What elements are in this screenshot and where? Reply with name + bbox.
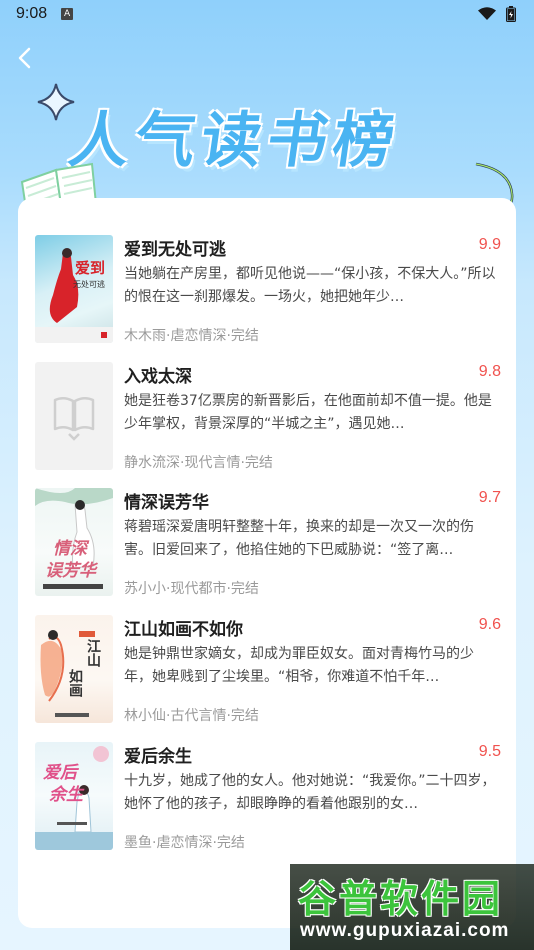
ranking-card: 爱到 无处可逃 爱到无处可逃 9.9 当她躺在产房里，都听见他说——“保小孩，不… <box>18 198 516 928</box>
status-left: 9:08 A <box>16 5 74 23</box>
sparkle-icon <box>37 83 75 121</box>
book-description: 当她躺在产房里，都听见他说——“保小孩，不保大人。”所以的恨在这一刹那爆发。一场… <box>124 266 496 305</box>
book-meta: 墨鱼·虐恋情深·完结 <box>124 835 245 851</box>
book-cover[interactable]: 情深 误芳华 <box>35 488 113 596</box>
cover-subtitle: 误芳华 <box>45 561 96 581</box>
book-item[interactable]: 爱后 余生 爱后余生 9.5 十九岁，她成了他的女人。他对她说：“我爱你。”二十… <box>35 742 501 852</box>
book-cover[interactable]: 江山 如画 <box>35 615 113 723</box>
wifi-icon <box>478 7 496 20</box>
book-placeholder-icon <box>53 397 95 441</box>
cover-title: 江山 <box>85 639 101 667</box>
book-title[interactable]: 爱到无处可逃 <box>124 235 226 260</box>
book-score: 9.6 <box>478 616 501 633</box>
book-title[interactable]: 江山如画不如你 <box>124 615 243 640</box>
page-title: 人气读书榜 <box>64 106 405 176</box>
book-title[interactable]: 情深误芳华 <box>124 488 209 513</box>
book-item[interactable]: 爱到 无处可逃 爱到无处可逃 9.9 当她躺在产房里，都听见他说——“保小孩，不… <box>35 235 501 345</box>
cover-subtitle: 如画 <box>67 669 83 697</box>
book-cover[interactable]: 爱到 无处可逃 <box>35 235 113 343</box>
book-description: 她是狂卷37亿票房的新晋影后，在他面前却不值一提。他是少年掌权，背景深厚的“半城… <box>124 393 492 432</box>
notification-icon: A <box>61 8 74 20</box>
battery-icon <box>506 6 516 22</box>
book-item[interactable]: 情深 误芳华 情深误芳华 9.7 蒋碧瑶深爱唐明轩整整十年，换来的却是一次又一次… <box>35 488 501 598</box>
back-button[interactable] <box>12 44 40 72</box>
status-bar: 9:08 A <box>0 0 534 28</box>
book-score: 9.7 <box>478 489 501 506</box>
watermark: 谷普软件园 www.gupuxiazai.com <box>290 864 534 950</box>
book-score: 9.8 <box>478 363 501 380</box>
book-meta: 静水流深·现代言情·完结 <box>124 455 273 471</box>
book-description: 十九岁，她成了他的女人。他对她说：“我爱你。”二十四岁，她怀了他的孩子，却眼睁睁… <box>124 773 496 812</box>
status-time: 9:08 <box>16 5 48 22</box>
book-title[interactable]: 入戏太深 <box>124 362 192 387</box>
cover-title: 爱到 <box>75 259 106 277</box>
book-item[interactable]: 入戏太深 9.8 她是狂卷37亿票房的新晋影后，在他面前却不值一提。他是少年掌权… <box>35 362 501 472</box>
book-meta: 苏小小·现代都市·完结 <box>124 581 259 597</box>
book-score: 9.9 <box>478 236 501 253</box>
book-cover-placeholder[interactable] <box>35 362 113 470</box>
book-title[interactable]: 爱后余生 <box>124 742 192 767</box>
watermark-name: 谷普软件园 <box>298 877 504 921</box>
cover-subtitle: 无处可逃 <box>73 280 105 289</box>
book-meta: 木木雨·虐恋情深·完结 <box>124 328 259 344</box>
watermark-url: www.gupuxiazai.com <box>300 920 510 941</box>
cover-subtitle: 余生 <box>49 785 83 805</box>
book-score: 9.5 <box>478 743 501 760</box>
book-item[interactable]: 江山 如画 江山如画不如你 9.6 她是钟鼎世家嫡女，却成为罪臣奴女。面对青梅竹… <box>35 615 501 725</box>
book-meta: 林小仙·古代言情·完结 <box>124 708 259 724</box>
status-right <box>478 6 516 22</box>
book-description: 蒋碧瑶深爱唐明轩整整十年，换来的却是一次又一次的伤害。旧爱回来了，他掐住她的下巴… <box>124 519 474 558</box>
book-description: 她是钟鼎世家嫡女，却成为罪臣奴女。面对青梅竹马的少年，她卑贱到了尘埃里。“相爷，… <box>124 646 474 685</box>
book-cover[interactable]: 爱后 余生 <box>35 742 113 850</box>
